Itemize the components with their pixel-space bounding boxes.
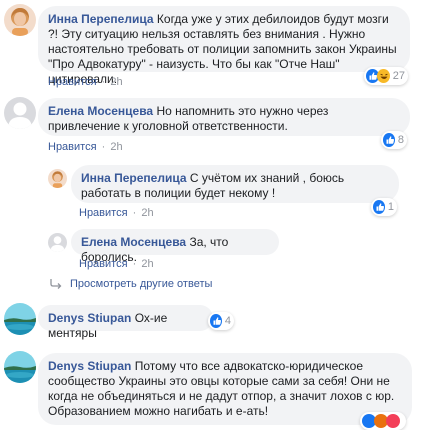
reaction-count: 27 — [392, 70, 405, 82]
view-more-replies-link[interactable]: Просмотреть другие ответы — [50, 278, 212, 290]
reaction-summary[interactable]: 27 — [364, 67, 408, 85]
separator-dot: · — [132, 258, 137, 270]
like-icon — [383, 133, 395, 147]
reaction-summary[interactable]: 1 — [371, 198, 397, 216]
comment-bubble: Denys Stiupan Потому что все адвокатско-… — [38, 353, 412, 425]
timestamp[interactable]: 2h — [141, 207, 153, 219]
reply-bubble: Инна Перепелица С учётом их знаний , бою… — [71, 165, 399, 203]
comment-bubble: Елена Мосенцева Но напомнить это нужно ч… — [38, 98, 410, 136]
comment-bubble: Инна Перепелица Когда уже у этих дебилои… — [38, 6, 410, 86]
separator-dot: · — [101, 141, 106, 153]
avatar[interactable] — [4, 351, 36, 383]
reaction-count: 8 — [397, 134, 404, 146]
like-button[interactable]: Нравится — [48, 76, 97, 88]
reply-author[interactable]: Елена Мосенцева — [81, 235, 186, 249]
love-icon — [386, 414, 400, 428]
separator-dot: · — [101, 76, 106, 88]
like-button[interactable]: Нравится — [48, 141, 97, 153]
reply-author[interactable]: Инна Перепелица — [81, 171, 187, 185]
avatar[interactable] — [48, 233, 67, 252]
like-button[interactable]: Нравится — [79, 207, 128, 219]
like-icon — [210, 314, 222, 328]
reaction-count: 1 — [387, 201, 394, 213]
reply-actions: Нравится · 2h — [79, 258, 154, 270]
reaction-summary[interactable]: 8 — [381, 131, 407, 149]
reply-actions: Нравится · 2h — [79, 207, 154, 219]
timestamp[interactable]: 2h — [141, 258, 153, 270]
comment-actions: Нравится · 2h — [48, 76, 123, 88]
avatar[interactable] — [4, 303, 36, 335]
comment-author[interactable]: Denys Stiupan — [48, 359, 131, 373]
comment-bubble: Denys Stiupan Ох-ие ментяры — [38, 305, 213, 340]
comment-author[interactable]: Инна Перепелица — [48, 12, 154, 26]
reply-bubble: Елена Мосенцева За, что боролись. — [71, 229, 279, 264]
comment-author[interactable]: Елена Мосенцева — [48, 104, 153, 118]
reaction-summary[interactable] — [360, 412, 406, 430]
reply-arrow-icon — [50, 279, 62, 289]
avatar[interactable] — [4, 97, 36, 129]
comment-author[interactable]: Denys Stiupan — [48, 311, 131, 325]
reaction-summary[interactable]: 4 — [208, 312, 234, 330]
comment-actions: Нравится · 2h — [48, 141, 123, 153]
like-icon — [373, 200, 385, 214]
timestamp[interactable]: 2h — [110, 141, 122, 153]
view-more-replies-label: Просмотреть другие ответы — [70, 278, 213, 290]
timestamp[interactable]: 2h — [110, 76, 122, 88]
avatar[interactable] — [48, 169, 67, 188]
reaction-count: 4 — [224, 315, 231, 327]
avatar[interactable] — [4, 4, 36, 36]
like-button[interactable]: Нравится — [79, 258, 128, 270]
haha-icon — [376, 69, 390, 83]
separator-dot: · — [132, 207, 137, 219]
